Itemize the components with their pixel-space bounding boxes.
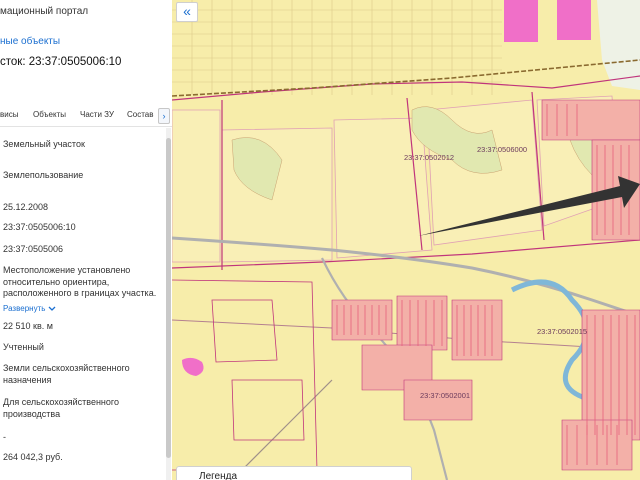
collapse-panel-button[interactable]: «	[176, 2, 198, 22]
expand-link[interactable]: Развернуть	[3, 304, 56, 313]
legend-label: Легенда	[199, 471, 238, 480]
area-value: 22 510 кв. м	[3, 321, 53, 331]
map-canvas[interactable]: 23:37:0502012 23:37:0506000 23:37:050201…	[172, 0, 640, 480]
map-label-quarter: 23:37:0502001	[420, 391, 470, 400]
info-panel: мационный портал ные объекты сток: 23:37…	[0, 0, 173, 480]
status-value: Учтенный	[3, 342, 44, 352]
pink-area	[504, 0, 538, 42]
map-view[interactable]: 23:37:0502012 23:37:0506000 23:37:050201…	[172, 0, 640, 480]
cadastral-value-value: 264 042,3 руб.	[3, 452, 63, 462]
parcel-heading: сток: 23:37:0505006:10	[0, 56, 122, 68]
tab-parts[interactable]: Части ЗУ	[80, 110, 114, 119]
tab-bar: висы Объекты Части ЗУ Состав ›	[0, 104, 172, 127]
object-type-value: Земельный участок	[3, 139, 85, 149]
panel-scrollbar[interactable]	[166, 128, 171, 480]
quarter-value: 23:37:0505006	[3, 244, 64, 254]
tab-objects[interactable]: Объекты	[33, 110, 66, 119]
tab-services[interactable]: висы	[0, 110, 18, 119]
permitted-use-value: Для сельскохозяйственного производства	[3, 397, 119, 419]
legend-button[interactable]: Легенда	[176, 466, 412, 480]
land-category-value: Земли сельскохозяйственного назначения	[3, 363, 130, 385]
category-value: Землепользование	[3, 170, 84, 180]
map-label-quarter: 23:37:0506000	[477, 145, 527, 154]
nearby-objects-link[interactable]: ные объекты	[0, 36, 60, 47]
tab-composition[interactable]: Состав	[127, 110, 154, 119]
dash-value: -	[3, 432, 6, 442]
location-value: Местоположение установлено относительно …	[3, 265, 157, 298]
map-label-quarter: 23:37:0502012	[404, 153, 454, 162]
portal-title: мационный портал	[0, 6, 89, 17]
map-label-quarter: 23:37:0502015	[537, 327, 587, 336]
pink-area	[557, 0, 591, 40]
scroll-thumb[interactable]	[166, 138, 171, 458]
expand-label: Развернуть	[3, 304, 46, 313]
date-value: 25.12.2008	[3, 202, 49, 212]
tabs-next-icon[interactable]: ›	[158, 108, 170, 124]
cadastral-number-value: 23:37:0505006:10	[3, 222, 76, 232]
chevron-down-icon	[48, 306, 56, 311]
